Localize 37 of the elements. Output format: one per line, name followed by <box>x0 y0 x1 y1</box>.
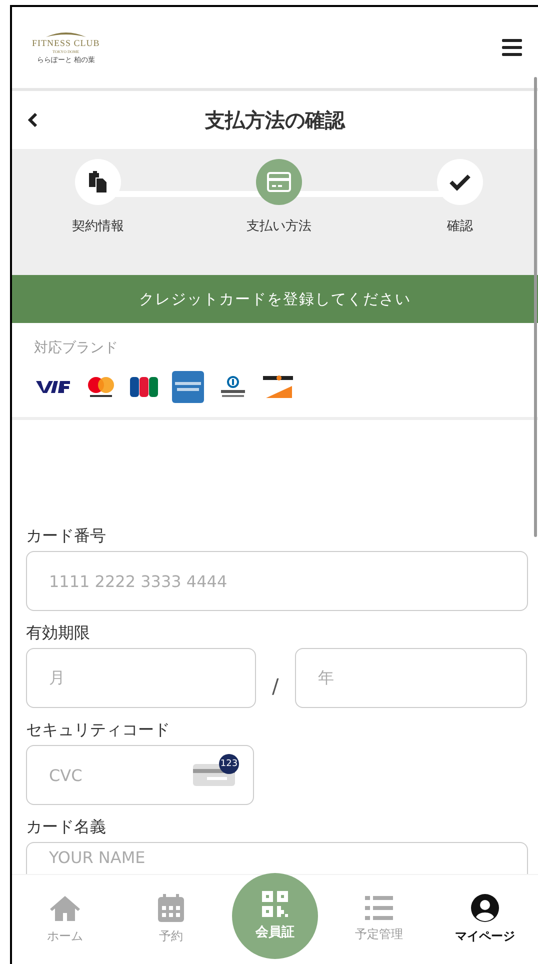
separator-text: / <box>272 674 279 698</box>
card-brand-icon <box>86 376 116 398</box>
documents-icon <box>89 171 107 193</box>
check-icon <box>449 173 471 191</box>
qr-code-icon <box>262 890 288 916</box>
field-label: 有効期限 <box>26 623 91 642</box>
home-icon <box>49 894 81 922</box>
field-label: カード番号 <box>26 526 107 545</box>
member-card-button[interactable]: 会員証 <box>232 872 318 958</box>
nav-tab[interactable]: マイページ <box>440 894 530 945</box>
step-label: 支払い方法 <box>246 218 312 235</box>
year-field[interactable]: 年 <box>294 648 527 708</box>
field-label: セキュリティコード <box>26 720 171 739</box>
card-brand-icon <box>34 380 72 394</box>
card-brand-icon <box>172 371 204 403</box>
step-label: 契約情報 <box>72 218 124 235</box>
nav-tab[interactable]: 予約 <box>126 894 216 945</box>
notice-banner: クレジットカードを登録してください <box>12 275 538 323</box>
field-label: カード名義 <box>26 817 107 836</box>
card-icon <box>267 172 291 192</box>
list-icon <box>365 896 393 920</box>
card-brand-icon <box>130 377 158 397</box>
nav-tab[interactable]: 予定管理 <box>334 896 424 943</box>
card-number-field[interactable]: 1111 2222 3333 4444 <box>26 551 528 611</box>
card-brand-icon <box>262 374 294 400</box>
calendar-icon <box>158 894 184 922</box>
page-title: 支払方法の確認 <box>204 106 346 134</box>
month-field[interactable]: 月 <box>26 648 256 708</box>
card-brand-icon <box>218 376 248 398</box>
brands-label: 対応ブランド <box>34 339 119 357</box>
code-badge: 123 <box>219 754 239 774</box>
step-label: 確認 <box>447 218 473 235</box>
nav-tab[interactable]: ホーム <box>20 894 110 945</box>
user-icon <box>471 894 499 922</box>
menu-icon[interactable] <box>502 39 522 56</box>
back-icon[interactable] <box>28 113 38 127</box>
cvc-field[interactable]: CVC 123 <box>26 745 254 805</box>
